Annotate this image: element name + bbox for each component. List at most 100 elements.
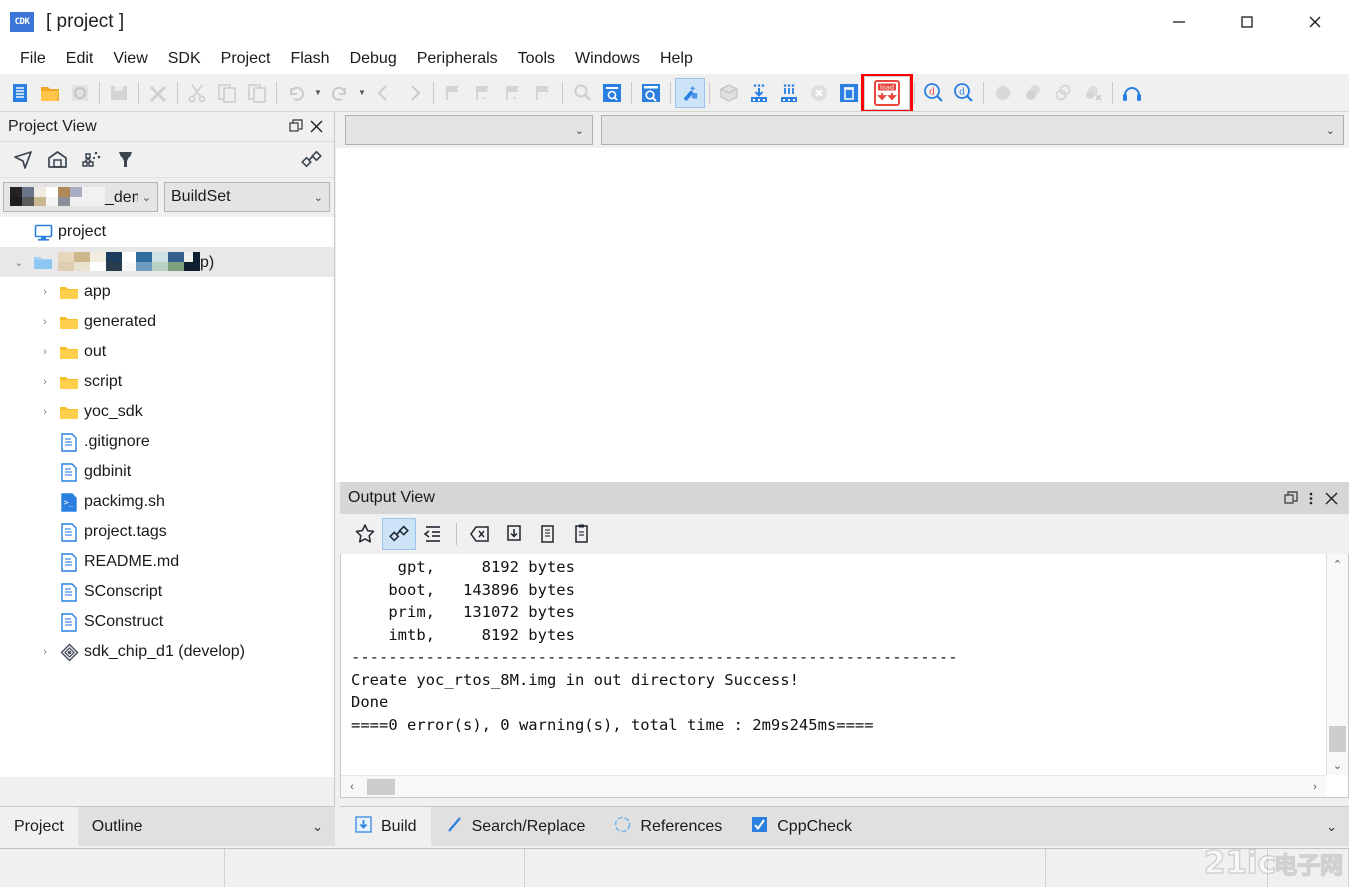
save-output-icon[interactable]: [497, 518, 531, 550]
tree-node-project[interactable]: project: [0, 217, 334, 247]
menu-debug[interactable]: Debug: [340, 47, 407, 71]
clean-icon[interactable]: [108, 145, 142, 175]
buildset-combo[interactable]: BuildSet ⌄: [164, 182, 330, 212]
more-vertical-icon[interactable]: [1301, 491, 1321, 506]
tree-node-sconstruct[interactable]: SConstruct: [0, 607, 334, 637]
home-icon[interactable]: [40, 145, 74, 175]
tab-project[interactable]: Project: [0, 806, 78, 847]
redo-dropdown-caret[interactable]: ▼: [355, 78, 369, 108]
minimize-button[interactable]: [1145, 0, 1213, 44]
scroll-up-icon[interactable]: ⌃: [1327, 554, 1348, 574]
undo-dropdown-caret[interactable]: ▼: [311, 78, 325, 108]
tree-twisty[interactable]: ›: [34, 316, 56, 328]
search-symbol-icon[interactable]: [636, 78, 666, 108]
svg-text:load: load: [880, 83, 894, 91]
menu-flash[interactable]: Flash: [280, 47, 339, 71]
tree-twisty[interactable]: ›: [34, 286, 56, 298]
tab-outline[interactable]: Outline: [78, 807, 157, 847]
tree-twisty[interactable]: ›: [34, 406, 56, 418]
menu-peripherals[interactable]: Peripherals: [407, 47, 508, 71]
target-combo[interactable]: ⌄: [345, 115, 593, 145]
project-combo[interactable]: _demo ⌄: [3, 182, 158, 212]
tree-node-packimg-sh[interactable]: >_ packimg.sh: [0, 487, 334, 517]
restore-icon[interactable]: [286, 119, 306, 134]
new-file-icon[interactable]: [5, 78, 35, 108]
tree-node-project-tags[interactable]: project.tags: [0, 517, 334, 547]
undo-icon: [281, 78, 311, 108]
tree-node-yoc-sdk[interactable]: › yoc_sdk: [0, 397, 334, 427]
load-image-icon[interactable]: load: [861, 74, 913, 111]
tree-node-label: generated: [84, 313, 157, 330]
status-bar: [0, 848, 1349, 887]
tree-node-label: script: [84, 373, 123, 390]
scroll-right-icon[interactable]: ›: [1304, 781, 1326, 793]
link-icon[interactable]: [382, 518, 416, 550]
tree-node-readme-md[interactable]: README.md: [0, 547, 334, 577]
tree-twisty[interactable]: ⌄: [8, 256, 30, 269]
download-all-flash-icon[interactable]: [774, 78, 804, 108]
download-flash-icon[interactable]: [744, 78, 774, 108]
debug-start-icon[interactable]: d: [919, 78, 949, 108]
project-selectors: _demo ⌄ BuildSet ⌄: [0, 178, 334, 217]
maximize-button[interactable]: [1213, 0, 1281, 44]
tree-node-root-folder[interactable]: ⌄ p): [0, 247, 334, 277]
tree-node-generated[interactable]: › generated: [0, 307, 334, 337]
paste-icon[interactable]: [565, 518, 599, 550]
output-view-body[interactable]: gpt, 8192 bytes boot, 143896 bytes prim,…: [340, 554, 1349, 798]
erase-flash-icon[interactable]: [834, 78, 864, 108]
menu-tools[interactable]: Tools: [508, 47, 565, 71]
locate-icon[interactable]: [6, 145, 40, 175]
build-icon[interactable]: [675, 77, 705, 108]
output-vertical-scrollbar[interactable]: ⌃ ⌄: [1326, 554, 1348, 775]
tabs-overflow-caret[interactable]: ⌄: [1314, 819, 1349, 835]
debug-attach-icon[interactable]: d: [949, 78, 979, 108]
favorite-icon[interactable]: [348, 518, 382, 550]
project-tree[interactable]: project ⌄ p) › app › generated › out › s…: [0, 217, 334, 777]
scroll-down-icon[interactable]: ⌄: [1327, 755, 1348, 775]
status-cell-3: [525, 849, 1046, 887]
clear-output-icon[interactable]: [463, 518, 497, 550]
close-button[interactable]: [1281, 0, 1349, 44]
tree-twisty[interactable]: ›: [34, 376, 56, 388]
menu-edit[interactable]: Edit: [56, 47, 104, 71]
save-icon: [104, 78, 134, 108]
menu-file[interactable]: File: [10, 47, 56, 71]
copy-icon[interactable]: [531, 518, 565, 550]
window-controls: [1145, 0, 1349, 44]
output-horizontal-scrollbar[interactable]: ‹ ›: [341, 775, 1326, 797]
close-icon[interactable]: [306, 119, 326, 134]
tab-cppcheck[interactable]: CppCheck: [736, 807, 866, 847]
editor-area[interactable]: [336, 148, 1349, 482]
close-icon[interactable]: [1321, 491, 1341, 506]
tabs-overflow-caret[interactable]: ⌄: [300, 819, 335, 835]
dependency-icon[interactable]: [74, 145, 108, 175]
tree-node-app[interactable]: › app: [0, 277, 334, 307]
tab-search-replace[interactable]: Search/Replace: [431, 807, 600, 847]
menu-project[interactable]: Project: [211, 47, 281, 71]
tree-node-script[interactable]: › script: [0, 367, 334, 397]
link-icon[interactable]: [294, 145, 328, 175]
menu-help[interactable]: Help: [650, 47, 703, 71]
tree-node-sdk-chip-d1[interactable]: › sdk_chip_d1 (develop): [0, 637, 334, 667]
serial-monitor-icon[interactable]: [1117, 78, 1147, 108]
wrap-text-icon[interactable]: [416, 518, 450, 550]
menu-sdk[interactable]: SDK: [158, 47, 211, 71]
tree-node-sconscript[interactable]: SConscript: [0, 577, 334, 607]
vertical-scroll-thumb[interactable]: [1329, 726, 1346, 752]
config-combo[interactable]: ⌄: [601, 115, 1344, 145]
tree-node-label: gdbinit: [84, 463, 132, 480]
menu-view[interactable]: View: [103, 47, 157, 71]
tree-twisty[interactable]: ›: [34, 646, 56, 658]
tree-node-out[interactable]: › out: [0, 337, 334, 367]
menu-windows[interactable]: Windows: [565, 47, 650, 71]
restore-icon[interactable]: [1281, 490, 1301, 506]
horizontal-scroll-thumb[interactable]: [367, 778, 395, 795]
tree-node-gitignore[interactable]: .gitignore: [0, 427, 334, 457]
scroll-left-icon[interactable]: ‹: [341, 781, 363, 793]
tree-twisty[interactable]: ›: [34, 346, 56, 358]
tab-references[interactable]: References: [599, 807, 736, 847]
tab-build[interactable]: Build: [340, 806, 431, 847]
find-in-files-icon[interactable]: [597, 78, 627, 108]
open-folder-icon[interactable]: [35, 78, 65, 108]
tree-node-gdbinit[interactable]: gdbinit: [0, 457, 334, 487]
